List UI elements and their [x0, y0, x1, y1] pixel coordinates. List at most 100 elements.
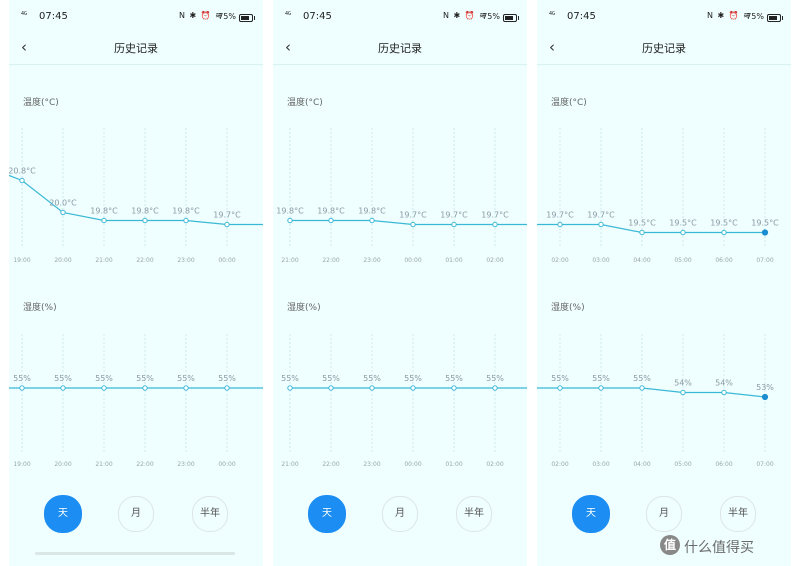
data-label: 19.7°C — [440, 211, 468, 220]
data-label: 55% — [177, 374, 195, 383]
x-tick-label: 22:00 — [322, 257, 339, 264]
data-label: 19.7°C — [546, 211, 574, 220]
data-label: 55% — [95, 374, 113, 383]
status-icons: N ✱ ⏰ ≋ — [443, 11, 487, 20]
data-label: 54% — [715, 379, 733, 388]
tab-day[interactable]: 天 — [572, 495, 610, 533]
watermark: 值 什么值得买 — [660, 534, 794, 558]
x-tick-label: 00:00 — [218, 257, 235, 264]
tab-day[interactable]: 天 — [308, 495, 346, 533]
data-point — [492, 221, 498, 228]
humidity-chart[interactable]: 55% 19:00 55% 20:00 55% 21:00 55% 22:00 55% 23:00… — [9, 334, 263, 470]
battery-percent: 75% — [746, 12, 764, 21]
data-label: 55% — [136, 374, 154, 383]
x-tick-label: 20:00 — [54, 461, 71, 468]
data-point — [19, 177, 25, 184]
data-point — [183, 385, 189, 391]
data-label: 55% — [445, 374, 463, 383]
x-tick-label: 02:00 — [486, 257, 503, 264]
temperature-axis-title: 温度(°C) — [23, 98, 59, 108]
battery-fill — [505, 16, 513, 20]
data-point — [287, 217, 293, 224]
x-tick-label: 21:00 — [95, 257, 112, 264]
data-point — [598, 385, 604, 391]
data-point — [101, 385, 107, 391]
data-label: 19.7°C — [213, 211, 241, 220]
x-tick-label: 06:00 — [715, 257, 732, 264]
data-point — [598, 221, 604, 228]
x-tick-label: 19:00 — [13, 257, 30, 264]
data-label: 19.5°C — [751, 219, 779, 228]
x-tick-label: 23:00 — [363, 461, 380, 468]
x-tick-label: 23:00 — [363, 257, 380, 264]
temperature-chart[interactable]: 20.8°C 19:00 20.0°C 20:00 19.8°C 21:00 19.8°C 2… — [9, 128, 263, 268]
data-label: 55% — [592, 374, 610, 383]
data-label: 55% — [551, 374, 569, 383]
bottom-bar — [35, 552, 235, 555]
tab-half-year[interactable]: 半年 — [456, 496, 492, 532]
status-icons: N ✱ ⏰ ≋ — [707, 11, 751, 20]
x-tick-label: 04:00 — [633, 257, 650, 264]
period-tabs: 天 月 半年 — [537, 495, 791, 536]
status-time: 07:45 — [567, 11, 596, 22]
data-label: 55% — [281, 374, 299, 383]
period-tabs: 天 月 半年 — [273, 495, 527, 536]
x-tick-label: 07:00 — [756, 257, 773, 264]
data-point — [639, 229, 645, 236]
data-label: 19.7°C — [481, 211, 509, 220]
signal-icon: 4G — [285, 11, 292, 17]
battery-icon — [503, 14, 519, 22]
temperature-chart[interactable]: 19.8°C 21:00 19.8°C 22:00 19.8°C 23:00 19.7°C 0… — [273, 128, 527, 268]
data-label: 19.5°C — [628, 219, 656, 228]
app-header: ‹ 历史记录 — [537, 30, 791, 65]
data-point — [410, 221, 416, 228]
watermark-logo: 值 — [660, 535, 680, 555]
page-title: 历史记录 — [642, 42, 686, 55]
x-tick-label: 00:00 — [404, 257, 421, 264]
data-point — [60, 385, 66, 391]
x-tick-label: 05:00 — [674, 461, 691, 468]
data-label: 55% — [54, 374, 72, 383]
series-line — [290, 219, 527, 226]
app-header: ‹ 历史记录 — [273, 30, 527, 65]
tab-month[interactable]: 月 — [382, 496, 418, 532]
data-point — [761, 393, 769, 401]
phone-screen-1: 4G 07:45 N ✱ ⏰ ≋ 75% ‹ 历史记录 温度(°C) 20.8°… — [9, 0, 263, 566]
phone-screen-3: 4G 07:45 N ✱ ⏰ ≋ 75% ‹ 历史记录 温度(°C) 19.7°… — [537, 0, 791, 566]
data-point — [328, 385, 334, 391]
data-label: 19.5°C — [710, 219, 738, 228]
data-point — [451, 221, 457, 228]
temperature-axis-title: 温度(°C) — [551, 98, 587, 108]
humidity-chart[interactable]: 55% 02:00 55% 03:00 55% 04:00 54% 05:00 54% 06:00… — [537, 334, 791, 470]
x-tick-label: 05:00 — [674, 257, 691, 264]
x-tick-label: 00:00 — [218, 461, 235, 468]
tab-day[interactable]: 天 — [44, 495, 82, 533]
temperature-chart[interactable]: 19.7°C 02:00 19.7°C 03:00 19.5°C 04:00 19.5°C 0… — [537, 128, 791, 268]
x-tick-label: 02:00 — [551, 257, 568, 264]
battery-icon — [239, 14, 255, 22]
x-tick-label: 07:00 — [756, 461, 773, 468]
data-point — [721, 389, 727, 396]
x-tick-label: 22:00 — [136, 257, 153, 264]
data-point — [451, 385, 457, 391]
tab-month[interactable]: 月 — [118, 496, 154, 532]
battery-icon — [767, 14, 783, 22]
data-label: 55% — [363, 374, 381, 383]
tab-half-year[interactable]: 半年 — [720, 496, 756, 532]
data-label: 55% — [322, 374, 340, 383]
data-point — [101, 217, 107, 224]
data-point — [369, 385, 375, 391]
data-label: 55% — [13, 374, 31, 383]
tab-half-year[interactable]: 半年 — [192, 496, 228, 532]
signal-icon: 4G — [549, 11, 556, 17]
battery-percent: 75% — [218, 12, 236, 21]
x-tick-label: 01:00 — [445, 461, 462, 468]
data-label: 55% — [218, 374, 236, 383]
tab-month[interactable]: 月 — [646, 496, 682, 532]
x-tick-label: 06:00 — [715, 461, 732, 468]
data-label: 19.7°C — [587, 211, 615, 220]
humidity-chart[interactable]: 55% 21:00 55% 22:00 55% 23:00 55% 00:00 55% 01:00… — [273, 334, 527, 470]
x-tick-label: 22:00 — [136, 461, 153, 468]
x-tick-label: 00:00 — [404, 461, 421, 468]
x-tick-label: 03:00 — [592, 461, 609, 468]
